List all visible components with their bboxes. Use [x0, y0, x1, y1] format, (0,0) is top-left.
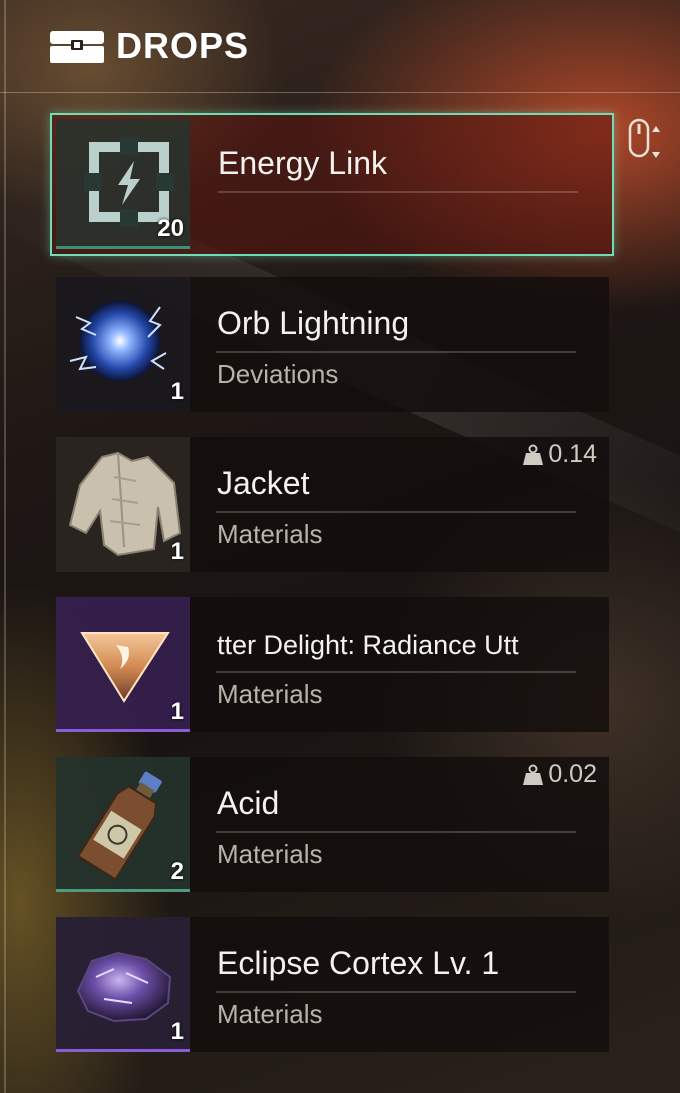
- weight-icon: [523, 444, 544, 465]
- drop-item-radiance[interactable]: 1 tter Delight: Radiance Utt Materials: [56, 597, 609, 732]
- drops-header: DROPS: [48, 24, 249, 68]
- item-name: Acid: [217, 785, 280, 821]
- item-name: Orb Lightning: [217, 305, 410, 341]
- rarity-bar: [56, 729, 190, 732]
- item-name: Energy Link: [218, 145, 387, 181]
- drop-item-energy-link[interactable]: 20 Energy Link: [50, 113, 614, 256]
- item-quantity: 20: [157, 215, 184, 242]
- item-divider: [216, 831, 576, 833]
- item-quantity: 1: [170, 1018, 184, 1045]
- item-name: Eclipse Cortex Lv. 1: [217, 945, 500, 981]
- weight-icon: [523, 764, 544, 785]
- item-divider: [216, 991, 576, 993]
- item-quantity: 1: [170, 378, 184, 405]
- item-quantity: 1: [170, 698, 184, 725]
- item-category: Materials: [217, 519, 323, 549]
- item-thumbnail: 2: [56, 757, 190, 892]
- item-divider: [216, 351, 576, 353]
- item-divider: [218, 191, 578, 193]
- drops-title: DROPS: [116, 25, 250, 66]
- drop-item-eclipse-cortex[interactable]: 1 Eclipse Cortex Lv. 1 Materials: [56, 917, 609, 1052]
- header-divider: [0, 92, 680, 93]
- mouse-scroll-icon[interactable]: [626, 118, 666, 162]
- item-category: Deviations: [217, 359, 339, 389]
- chest-icon: [50, 31, 104, 63]
- item-category: Materials: [217, 999, 323, 1029]
- item-name: tter Delight: Radiance Utt: [217, 630, 519, 660]
- item-divider: [216, 511, 576, 513]
- drop-item-orb-lightning[interactable]: 1 Orb Lightning Deviations: [56, 277, 609, 412]
- item-quantity: 2: [170, 858, 184, 885]
- item-thumbnail: 1: [56, 437, 190, 572]
- item-name: Jacket: [217, 465, 310, 501]
- item-category: Materials: [217, 839, 323, 869]
- rarity-bar: [56, 889, 190, 892]
- rarity-bar: [56, 1049, 190, 1052]
- drop-item-jacket[interactable]: 1 0.14 Jacket Materials: [56, 437, 609, 572]
- drop-item-acid[interactable]: 2 0.02 Acid Materials: [56, 757, 609, 892]
- item-quantity: 1: [170, 538, 184, 565]
- item-thumbnail: 1: [56, 277, 190, 412]
- item-thumbnail: 1: [56, 917, 190, 1052]
- rarity-bar: [56, 246, 190, 249]
- item-thumbnail: 1: [56, 597, 190, 732]
- item-category: Materials: [217, 679, 323, 709]
- item-divider: [216, 671, 576, 673]
- left-rail-line: [4, 0, 6, 1093]
- item-thumbnail: 20: [56, 119, 190, 249]
